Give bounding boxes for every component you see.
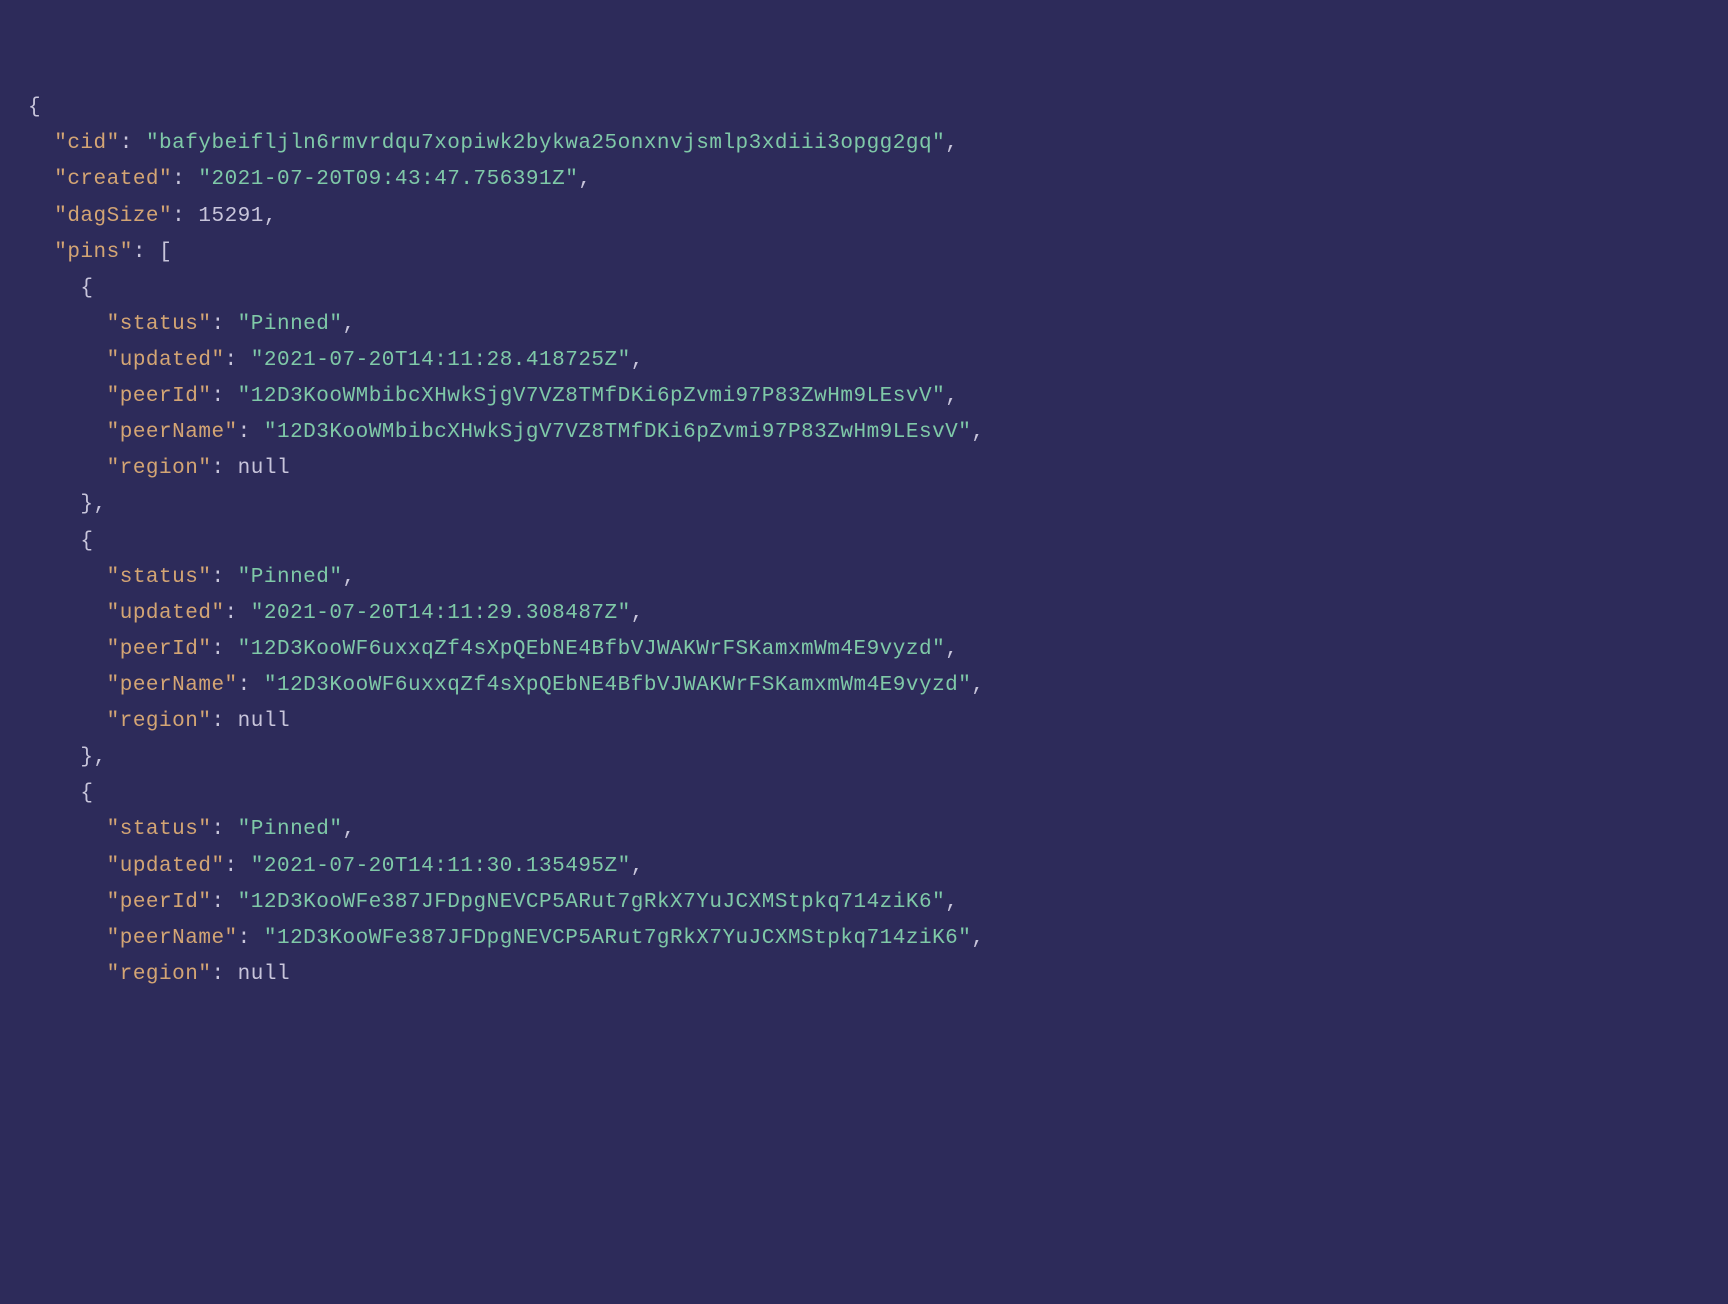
value-status: "Pinned" — [238, 818, 343, 841]
key-pins: "pins" — [54, 241, 133, 264]
value-status: "Pinned" — [238, 566, 343, 589]
colon: : — [211, 710, 237, 733]
value-status: "Pinned" — [238, 313, 343, 336]
colon: : — [211, 638, 237, 661]
colon: : — [211, 818, 237, 841]
comma: , — [631, 855, 644, 878]
comma: , — [631, 349, 644, 372]
value-created: "2021-07-20T09:43:47.756391Z" — [198, 168, 578, 191]
brace-close: } — [80, 746, 93, 769]
bracket-open: [ — [159, 241, 172, 264]
colon: : — [211, 313, 237, 336]
key-cid: "cid" — [54, 132, 120, 155]
value-peername-1: "12D3KooWF6uxxqZf4sXpQEbNE4BfbVJWAKWrFSK… — [264, 674, 972, 697]
comma: , — [945, 638, 958, 661]
colon: : — [120, 132, 146, 155]
comma: , — [94, 493, 107, 516]
comma: , — [343, 313, 356, 336]
key-peerid: "peerId" — [107, 891, 212, 914]
key-peername: "peerName" — [107, 674, 238, 697]
comma: , — [971, 421, 984, 444]
key-region: "region" — [107, 710, 212, 733]
colon: : — [211, 963, 237, 986]
comma: , — [94, 746, 107, 769]
brace-open: { — [80, 782, 93, 805]
colon: : — [225, 602, 251, 625]
brace-open: { — [80, 530, 93, 553]
value-region: null — [238, 710, 290, 733]
colon: : — [211, 385, 237, 408]
value-peerid-1: "12D3KooWF6uxxqZf4sXpQEbNE4BfbVJWAKWrFSK… — [238, 638, 946, 661]
key-dagsize: "dagSize" — [54, 205, 172, 228]
brace-open: { — [80, 277, 93, 300]
key-peername: "peerName" — [107, 421, 238, 444]
value-peername-2: "12D3KooWFe387JFDpgNEVCP5ARut7gRkX7YuJCX… — [264, 927, 972, 950]
comma: , — [631, 602, 644, 625]
value-region: null — [238, 457, 290, 480]
key-updated: "updated" — [107, 602, 225, 625]
colon: : — [238, 421, 264, 444]
comma: , — [264, 205, 277, 228]
comma: , — [971, 674, 984, 697]
value-peerid-2: "12D3KooWFe387JFDpgNEVCP5ARut7gRkX7YuJCX… — [238, 891, 946, 914]
brace-close: } — [80, 493, 93, 516]
colon: : — [225, 349, 251, 372]
key-peername: "peerName" — [107, 927, 238, 950]
colon: : — [211, 457, 237, 480]
comma: , — [343, 566, 356, 589]
key-region: "region" — [107, 457, 212, 480]
colon: : — [133, 241, 159, 264]
key-created: "created" — [54, 168, 172, 191]
brace-open: { — [28, 96, 41, 119]
colon: : — [172, 205, 198, 228]
key-status: "status" — [107, 566, 212, 589]
comma: , — [945, 891, 958, 914]
value-peername-0: "12D3KooWMbibcXHwkSjgV7VZ8TMfDKi6pZvmi97… — [264, 421, 972, 444]
value-cid: "bafybeifljln6rmvrdqu7xopiwk2bykwa25onxn… — [146, 132, 945, 155]
key-region: "region" — [107, 963, 212, 986]
key-updated: "updated" — [107, 855, 225, 878]
key-peerid: "peerId" — [107, 638, 212, 661]
comma: , — [945, 132, 958, 155]
value-updated-1: "2021-07-20T14:11:29.308487Z" — [251, 602, 631, 625]
key-status: "status" — [107, 818, 212, 841]
comma: , — [945, 385, 958, 408]
comma: , — [343, 818, 356, 841]
comma: , — [971, 927, 984, 950]
value-region: null — [238, 963, 290, 986]
json-code-block: { "cid": "bafybeifljln6rmvrdqu7xopiwk2by… — [28, 90, 1700, 993]
colon: : — [238, 674, 264, 697]
colon: : — [211, 566, 237, 589]
value-dagsize: 15291 — [198, 205, 264, 228]
value-updated-0: "2021-07-20T14:11:28.418725Z" — [251, 349, 631, 372]
colon: : — [238, 927, 264, 950]
key-updated: "updated" — [107, 349, 225, 372]
key-status: "status" — [107, 313, 212, 336]
value-peerid-0: "12D3KooWMbibcXHwkSjgV7VZ8TMfDKi6pZvmi97… — [238, 385, 946, 408]
colon: : — [211, 891, 237, 914]
comma: , — [578, 168, 591, 191]
colon: : — [225, 855, 251, 878]
colon: : — [172, 168, 198, 191]
key-peerid: "peerId" — [107, 385, 212, 408]
value-updated-2: "2021-07-20T14:11:30.135495Z" — [251, 855, 631, 878]
